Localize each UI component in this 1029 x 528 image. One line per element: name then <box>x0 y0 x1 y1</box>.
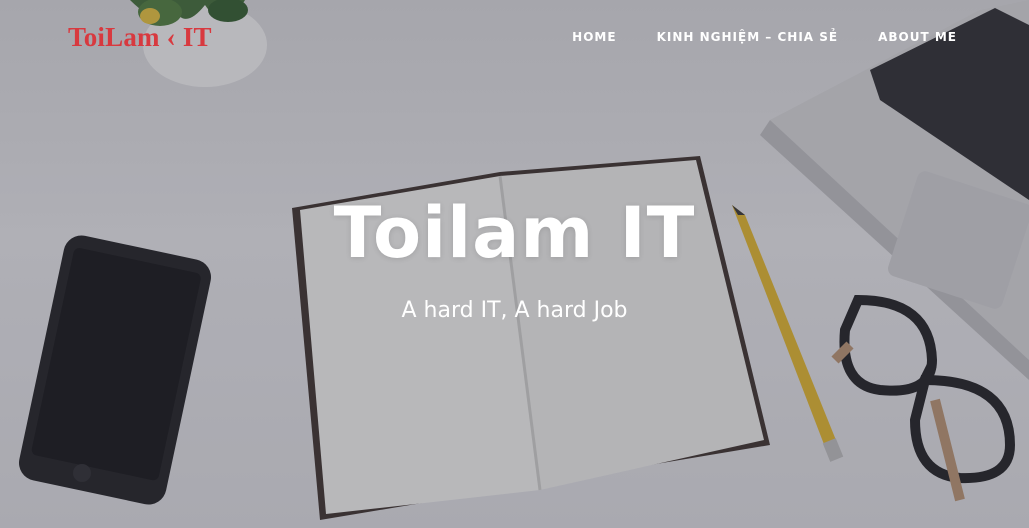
nav-item-home[interactable]: HOME <box>572 30 616 44</box>
nav-item-kinh-nghiem-chia-se[interactable]: KINH NGHIỆM – CHIA SẺ <box>657 30 839 44</box>
site-logo[interactable]: ToiLam ‹ IT <box>68 22 212 53</box>
site-title: Toilam IT <box>333 192 696 274</box>
hero-heading-block: Toilam IT A hard IT, A hard Job <box>0 198 1029 323</box>
top-navbar: ToiLam ‹ IT HOME KINH NGHIỆM – CHIA SẺ A… <box>0 0 1029 78</box>
site-subtitle: A hard IT, A hard Job <box>401 298 628 323</box>
main-nav: HOME KINH NGHIỆM – CHIA SẺ ABOUT ME <box>572 30 957 44</box>
hero-section: ToiLam ‹ IT HOME KINH NGHIỆM – CHIA SẺ A… <box>0 0 1029 528</box>
nav-item-about-me[interactable]: ABOUT ME <box>878 30 957 44</box>
